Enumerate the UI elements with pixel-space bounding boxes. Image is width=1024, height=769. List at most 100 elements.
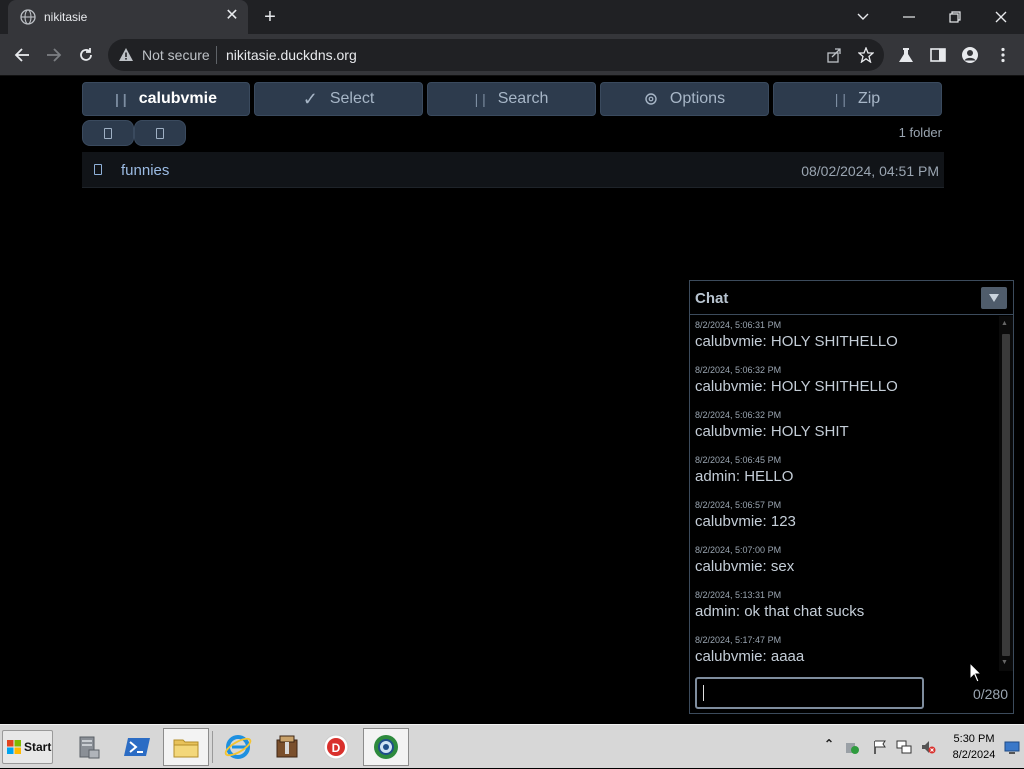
message-text: calubvmie: HOLY SHITHELLO bbox=[695, 333, 898, 350]
back-button[interactable] bbox=[10, 43, 34, 67]
view-grid-button[interactable] bbox=[134, 120, 186, 146]
message-text: calubvmie: 123 bbox=[695, 513, 796, 530]
new-tab-button[interactable]: + bbox=[260, 7, 280, 27]
scroll-up-arrow-icon[interactable]: ▲ bbox=[1001, 320, 1008, 327]
file-row[interactable]: funnies 08/02/2024, 04:51 PM bbox=[82, 152, 944, 188]
clock-time[interactable]: 5:30 PM bbox=[952, 733, 996, 745]
taskbar-internet-explorer[interactable] bbox=[215, 728, 261, 766]
folder-icon bbox=[173, 739, 199, 758]
warning-icon[interactable] bbox=[118, 47, 134, 63]
message-time: 8/2/2024, 5:06:32 PM bbox=[695, 365, 782, 375]
browser-globe-icon bbox=[374, 735, 398, 759]
tab-search-icon[interactable] bbox=[840, 0, 886, 34]
message-text: admin: HELLO bbox=[695, 468, 794, 485]
user-button-label: calubvmie bbox=[138, 90, 217, 107]
chat-input[interactable] bbox=[695, 677, 924, 709]
message-text: admin: ok that chat sucks bbox=[695, 603, 865, 620]
folder-icon bbox=[94, 164, 102, 175]
options-button-label: Options bbox=[669, 90, 726, 107]
file-date: 08/02/2024, 04:51 PM bbox=[801, 163, 939, 179]
search-icon: | | bbox=[474, 91, 486, 107]
taskbar-file-explorer[interactable] bbox=[163, 728, 209, 766]
scroll-down-arrow-icon[interactable]: ▼ bbox=[1001, 659, 1008, 666]
tab-title: nikitasie bbox=[44, 10, 88, 24]
text-caret bbox=[703, 685, 704, 701]
volume-muted-icon[interactable] bbox=[920, 739, 936, 755]
scrollbar-thumb[interactable] bbox=[1002, 334, 1010, 656]
chat-message: 8/2/2024, 5:06:32 PM calubvmie: HOLY SHI… bbox=[695, 361, 998, 406]
chat-collapse-button[interactable] bbox=[981, 287, 1007, 309]
checkmark-icon: ✓ bbox=[302, 88, 318, 109]
url-text[interactable]: nikitasie.duckdns.org bbox=[226, 47, 357, 63]
action-center-flag-icon[interactable] bbox=[872, 739, 888, 755]
archive-icon bbox=[276, 735, 298, 758]
message-text: calubvmie: HOLY SHIT bbox=[695, 423, 849, 440]
user-icon: | | bbox=[115, 91, 127, 107]
system-tray: ⌃ bbox=[818, 725, 1024, 769]
share-icon[interactable] bbox=[826, 47, 842, 63]
browser-tab[interactable]: nikitasie ✕ bbox=[8, 0, 248, 34]
file-name[interactable]: funnies bbox=[121, 162, 169, 179]
security-shield-icon[interactable] bbox=[844, 739, 860, 755]
menu-dots-icon[interactable] bbox=[994, 46, 1012, 64]
powershell-icon bbox=[124, 738, 150, 756]
server-manager-icon bbox=[79, 736, 100, 759]
start-label: Start bbox=[24, 740, 52, 754]
start-button[interactable]: Start bbox=[2, 730, 53, 764]
chat-message: 8/2/2024, 5:13:31 PM admin: ok that chat… bbox=[695, 586, 998, 631]
network-icon[interactable] bbox=[896, 739, 912, 755]
select-button[interactable]: ✓ Select bbox=[254, 82, 423, 116]
search-button[interactable]: | | Search bbox=[427, 82, 596, 116]
side-panel-icon[interactable] bbox=[929, 46, 947, 64]
show-desktop-icon[interactable] bbox=[1004, 739, 1020, 755]
options-button[interactable]: Options bbox=[600, 82, 769, 116]
reload-button[interactable] bbox=[74, 43, 98, 67]
zip-button-label: Zip bbox=[857, 90, 881, 107]
clock-date[interactable]: 8/2/2024 bbox=[952, 749, 996, 761]
triangle-down-icon bbox=[989, 294, 999, 302]
labs-flask-icon[interactable] bbox=[897, 46, 915, 64]
user-button[interactable]: | | calubvmie bbox=[82, 82, 250, 116]
taskbar-chrome-browser[interactable] bbox=[363, 728, 409, 766]
folder-count: 1 folder bbox=[898, 125, 942, 140]
taskbar-archive-app[interactable] bbox=[264, 728, 310, 766]
file-browser-page: | | calubvmie ✓ Select | | Search Option… bbox=[0, 77, 1024, 724]
browser-tab-bar: nikitasie ✕ + bbox=[0, 0, 1024, 34]
taskbar-dbeaver-app[interactable]: D bbox=[313, 728, 359, 766]
chat-message: 8/2/2024, 5:17:47 PM calubvmie: aaaa bbox=[695, 631, 998, 671]
tab-close-icon[interactable]: ✕ bbox=[224, 8, 240, 24]
chat-scrollbar[interactable]: ▲ ▼ bbox=[999, 316, 1013, 671]
chat-message: 8/2/2024, 5:07:00 PM calubvmie: sex bbox=[695, 541, 998, 586]
minimize-button[interactable] bbox=[886, 0, 932, 34]
message-time: 8/2/2024, 5:06:32 PM bbox=[695, 410, 782, 420]
zip-button[interactable]: | | Zip bbox=[773, 82, 942, 116]
close-window-button[interactable] bbox=[978, 0, 1024, 34]
red-d-app-icon: D bbox=[323, 734, 349, 760]
chat-message: 8/2/2024, 5:06:31 PM calubvmie: HOLY SHI… bbox=[695, 316, 998, 361]
bookmark-star-icon[interactable] bbox=[858, 47, 874, 63]
message-time: 8/2/2024, 5:06:45 PM bbox=[695, 455, 782, 465]
chat-panel: Chat 8/2/2024, 5:06:31 PM calubvmie: HOL… bbox=[689, 280, 1014, 714]
chat-header: Chat bbox=[690, 281, 1013, 315]
view-list-button[interactable] bbox=[82, 120, 134, 146]
forward-button[interactable] bbox=[42, 43, 66, 67]
address-bar[interactable]: Not secure nikitasie.duckdns.org bbox=[108, 39, 884, 71]
message-time: 8/2/2024, 5:06:31 PM bbox=[695, 320, 782, 330]
browser-toolbar: Not secure nikitasie.duckdns.org bbox=[0, 34, 1024, 76]
taskbar-powershell[interactable] bbox=[114, 728, 160, 766]
message-time: 8/2/2024, 5:17:47 PM bbox=[695, 635, 782, 645]
restore-button[interactable] bbox=[932, 0, 978, 34]
globe-icon bbox=[20, 9, 36, 25]
chat-title: Chat bbox=[695, 290, 729, 307]
profile-icon[interactable] bbox=[961, 46, 979, 64]
taskbar-server-manager[interactable] bbox=[65, 728, 111, 766]
security-status[interactable]: Not secure bbox=[142, 47, 210, 63]
windows-taskbar: Start D ⌃ 5:30 PM 8/2/2024 bbox=[0, 724, 1024, 768]
chat-log[interactable]: 8/2/2024, 5:06:31 PM calubvmie: HOLY SHI… bbox=[690, 316, 998, 671]
internet-explorer-icon bbox=[224, 735, 252, 759]
chat-message: 8/2/2024, 5:06:45 PM admin: HELLO bbox=[695, 451, 998, 496]
select-button-label: Select bbox=[329, 90, 375, 107]
list-view-icon bbox=[104, 127, 112, 139]
zip-icon: | | bbox=[834, 91, 846, 107]
show-hidden-icons-icon[interactable]: ⌃ bbox=[824, 737, 834, 751]
